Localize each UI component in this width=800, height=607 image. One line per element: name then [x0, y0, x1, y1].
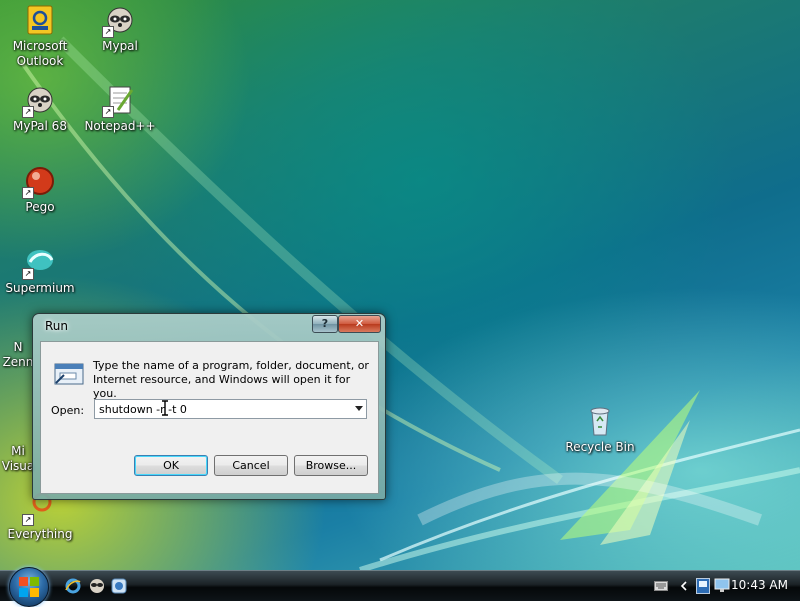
run-icon: [54, 361, 86, 387]
shortcut-arrow-icon: ↗: [22, 514, 34, 526]
desktop-icon-label: Recycle Bin: [565, 440, 635, 454]
chevron-left-icon[interactable]: [680, 581, 688, 591]
taskbar: 10:43 AM: [0, 567, 800, 607]
outlook-icon: [24, 4, 56, 36]
shortcut-arrow-icon: ↗: [102, 26, 114, 38]
desktop-icon-mypal-68[interactable]: ↗ MyPal 68: [0, 84, 80, 134]
desktop-icon-label: Microsoft Outlook: [0, 39, 80, 69]
system-tray: 10:43 AM: [650, 571, 800, 601]
desktop-icon-label: Supermium: [5, 281, 75, 295]
run-dialog: Run ? ✕ Type the name of a program, fold…: [32, 313, 386, 500]
open-label: Open:: [51, 404, 85, 417]
close-button[interactable]: ✕: [338, 315, 381, 333]
red-orb-icon: ↗: [22, 165, 56, 199]
partial-label-line1: Mi: [11, 444, 25, 458]
text-cursor-icon: [162, 400, 168, 416]
raccoon-icon[interactable]: [88, 577, 106, 595]
desktop-icon-pego[interactable]: ↗ Pego: [0, 165, 80, 215]
teal-swirl-icon: ↗: [22, 246, 56, 280]
shortcut-arrow-icon: ↗: [22, 187, 34, 199]
dialog-body: Type the name of a program, folder, docu…: [40, 341, 379, 494]
browse-button[interactable]: Browse...: [294, 455, 368, 476]
desktop-icon-notepad-plus-plus[interactable]: ↗ Notepad++: [80, 84, 160, 134]
keyboard-icon[interactable]: [654, 581, 668, 591]
desktop-icon-mypal[interactable]: ↗ Mypal: [80, 4, 160, 54]
desktop-icon-recycle-bin[interactable]: Recycle Bin: [560, 405, 640, 455]
open-combobox[interactable]: [94, 399, 367, 419]
desktop-icon-label: Notepad++: [84, 119, 156, 133]
internet-explorer-icon[interactable]: [64, 577, 82, 595]
media-icon[interactable]: [110, 577, 128, 595]
desktop-icon-microsoft-outlook[interactable]: Microsoft Outlook: [0, 4, 80, 69]
partial-label-line2: Visua: [1, 459, 35, 473]
dialog-title: Run: [45, 319, 69, 333]
partial-label-line1: N: [13, 340, 23, 354]
start-button[interactable]: [9, 567, 49, 607]
desktop-icon-label: Pego: [25, 200, 55, 214]
shortcut-arrow-icon: ↗: [22, 268, 34, 280]
recycle-bin-icon: [584, 405, 616, 437]
outlook-label-line1: Microsoft: [12, 39, 68, 53]
windows-logo-icon: [19, 577, 39, 597]
shortcut-arrow-icon: ↗: [102, 106, 114, 118]
raccoon-icon: ↗: [22, 84, 56, 118]
help-button[interactable]: ?: [312, 315, 338, 333]
dialog-description: Type the name of a program, folder, docu…: [93, 359, 369, 400]
chevron-down-icon[interactable]: [355, 406, 363, 411]
raccoon-icon: ↗: [102, 4, 136, 38]
desktop-icon-label: Mypal: [102, 39, 138, 53]
ok-button[interactable]: OK: [134, 455, 208, 476]
shortcut-arrow-icon: ↗: [22, 106, 34, 118]
cancel-button[interactable]: Cancel: [214, 455, 288, 476]
notepad-plus-plus-icon: ↗: [102, 84, 136, 118]
partial-label-line2: Zenn: [2, 355, 34, 369]
network-icon[interactable]: [696, 578, 710, 594]
open-input[interactable]: [97, 401, 351, 417]
clock[interactable]: 10:43 AM: [731, 578, 788, 592]
monitor-icon[interactable]: [714, 578, 730, 594]
desktop-icon-supermium[interactable]: ↗ Supermium: [0, 246, 80, 296]
desktop-icon-label: MyPal 68: [13, 119, 67, 133]
outlook-label-line2: Outlook: [16, 54, 64, 68]
desktop-icon-label: Everything: [7, 527, 73, 541]
